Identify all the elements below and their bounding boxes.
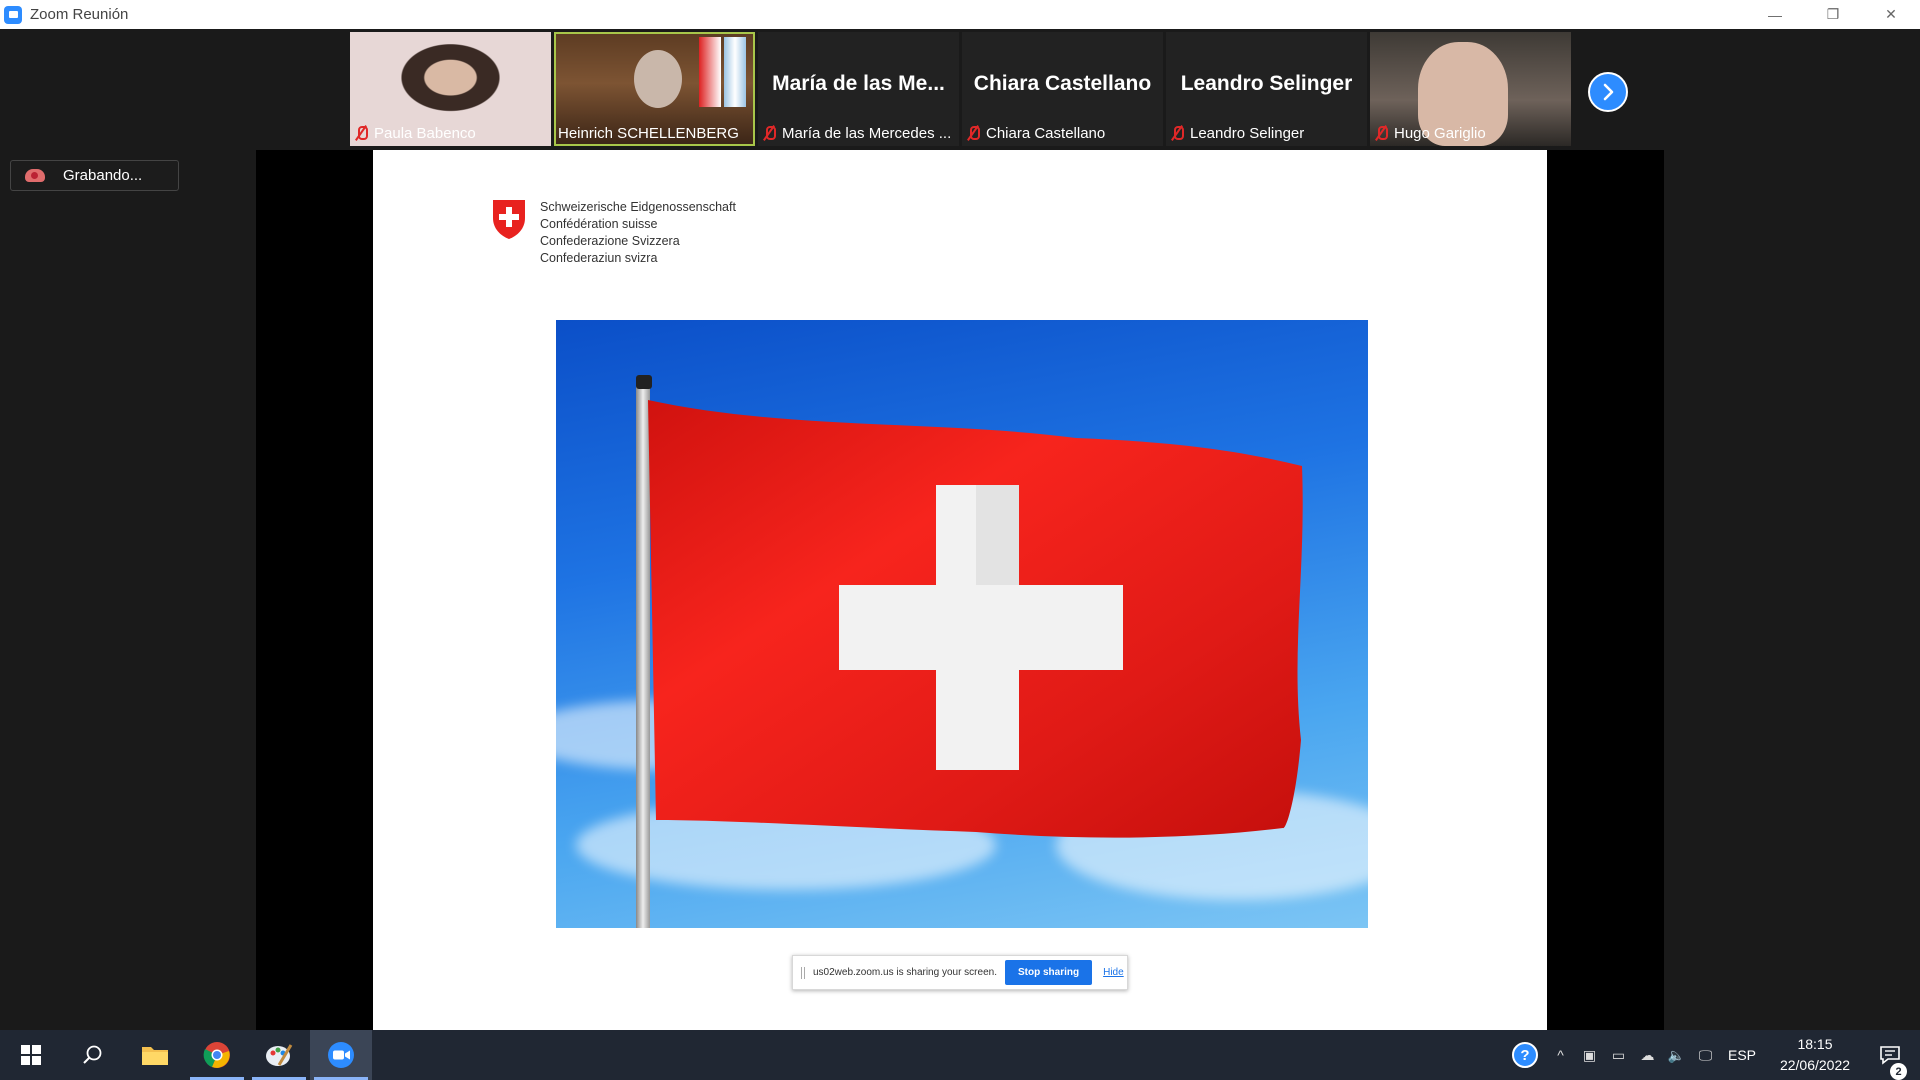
zoom-taskbar-button[interactable] [310, 1030, 372, 1080]
window-title: Zoom Reunión [30, 6, 129, 23]
chrome-icon [203, 1042, 230, 1068]
window-title-bar: Zoom Reunión — ❐ ✕ [0, 0, 1920, 29]
mic-muted-icon [966, 125, 980, 141]
cloud-record-icon [25, 169, 45, 182]
participant-label: María de las Mercedes ... [762, 122, 951, 144]
participant-display-name: Chiara Castellano [973, 72, 1152, 95]
confederation-line: Confederaziun svizra [540, 251, 658, 265]
participant-strip: Paula Babenco Heinrich SCHELLENBERG Marí… [350, 32, 1571, 146]
network-icon[interactable]: 🖵 [1691, 1047, 1720, 1064]
share-message: us02web.zoom.us is sharing your screen. [813, 967, 997, 978]
participant-tile[interactable]: María de las Me... María de las Mercedes… [758, 32, 959, 146]
swiss-flag-icon [648, 400, 1303, 838]
recording-label: Grabando... [63, 167, 143, 184]
clock-date: 22/06/2022 [1779, 1057, 1851, 1073]
participant-name: María de las Mercedes ... [782, 124, 952, 142]
participant-display-name: Leandro Selinger [1180, 72, 1353, 95]
participant-label: Hugo Gariglio [1374, 122, 1486, 144]
participant-tile-active-speaker[interactable]: Heinrich SCHELLENBERG [554, 32, 755, 146]
chrome-button[interactable] [186, 1030, 248, 1080]
shared-slide: Schweizerische Eidgenossenschaft Confédé… [373, 150, 1547, 1060]
participant-name: Leandro Selinger [1190, 124, 1305, 142]
participant-tile[interactable]: Paula Babenco [350, 32, 551, 146]
participant-name: Chiara Castellano [986, 124, 1106, 142]
participant-label: Heinrich SCHELLENBERG [558, 122, 739, 144]
display-icon[interactable]: ▭ [1604, 1047, 1633, 1064]
chevron-right-icon [1603, 83, 1614, 101]
folder-icon [142, 1047, 168, 1065]
confederation-line: Confederazione Svizzera [540, 234, 680, 248]
confederation-line: Schweizerische Eidgenossenschaft [540, 200, 736, 214]
participant-video [634, 50, 682, 108]
mic-muted-icon [762, 125, 776, 141]
search-icon [83, 1045, 102, 1064]
windows-taskbar: ? ^ ▣ ▭ ☁ 🔈 🖵 ESP 18:15 22/06/2022 2 [0, 1030, 1920, 1080]
participant-name: Paula Babenco [374, 124, 476, 142]
confederation-wordmark: Schweizerische Eidgenossenschaft Confédé… [540, 199, 736, 267]
hide-link[interactable]: Hide [1103, 967, 1124, 978]
participant-name: Hugo Gariglio [1394, 124, 1486, 142]
paint-icon [266, 1044, 293, 1066]
clock-time: 18:15 [1797, 1036, 1833, 1052]
participant-tile[interactable]: Leandro Selinger Leandro Selinger [1166, 32, 1367, 146]
swiss-coat-of-arms-icon [493, 200, 525, 239]
swiss-flag-photo [556, 320, 1368, 928]
participant-label: Leandro Selinger [1170, 122, 1304, 144]
mic-muted-icon [354, 125, 368, 141]
participant-label: Paula Babenco [354, 122, 476, 144]
notifications-button[interactable]: 2 [1860, 1045, 1920, 1080]
flag-decoration [699, 37, 721, 107]
clock[interactable]: 18:15 22/06/2022 [1770, 1034, 1860, 1076]
paint-app-button[interactable] [248, 1030, 310, 1080]
zoom-icon [328, 1042, 354, 1068]
notification-badge: 2 [1890, 1063, 1907, 1080]
system-tray: ? ^ ▣ ▭ ☁ 🔈 🖵 ESP 18:15 22/06/2022 2 [1511, 1030, 1920, 1080]
windows-logo-icon [21, 1045, 41, 1065]
minimize-button[interactable]: — [1746, 0, 1804, 29]
screen-share-notification: us02web.zoom.us is sharing your screen. … [792, 955, 1128, 990]
confederation-line: Confédération suisse [540, 217, 658, 231]
volume-icon[interactable]: 🔈 [1662, 1047, 1691, 1064]
stop-sharing-button[interactable]: Stop sharing [1004, 960, 1093, 985]
chevron-up-icon[interactable]: ^ [1546, 1047, 1575, 1063]
next-participants-button[interactable] [1588, 72, 1628, 112]
zoom-app-icon [4, 5, 22, 24]
recording-indicator[interactable]: Grabando... [10, 160, 179, 191]
help-icon[interactable]: ? [1511, 1042, 1538, 1068]
window-controls: — ❐ ✕ [1746, 0, 1920, 29]
participant-label: Chiara Castellano [966, 122, 1105, 144]
participant-tile[interactable]: Hugo Gariglio [1370, 32, 1571, 146]
onedrive-cloud-icon[interactable]: ☁ [1633, 1047, 1662, 1064]
close-button[interactable]: ✕ [1862, 0, 1920, 29]
meeting-area: Paula Babenco Heinrich SCHELLENBERG Marí… [0, 29, 1920, 1060]
mic-muted-icon [1170, 125, 1184, 141]
restore-button[interactable]: ❐ [1804, 0, 1862, 29]
flag-decoration [724, 37, 746, 107]
notification-icon [1880, 1046, 1900, 1065]
start-button[interactable] [0, 1030, 62, 1080]
file-explorer-button[interactable] [124, 1030, 186, 1080]
drag-handle-icon[interactable] [801, 966, 805, 979]
participant-tile[interactable]: Chiara Castellano Chiara Castellano [962, 32, 1163, 146]
search-button[interactable] [62, 1030, 124, 1080]
camera-icon[interactable]: ▣ [1575, 1047, 1604, 1064]
participant-name: Heinrich SCHELLENBERG [558, 124, 739, 142]
language-indicator[interactable]: ESP [1728, 1047, 1756, 1063]
participant-display-name: María de las Me... [772, 72, 945, 95]
mic-muted-icon [1374, 125, 1388, 141]
